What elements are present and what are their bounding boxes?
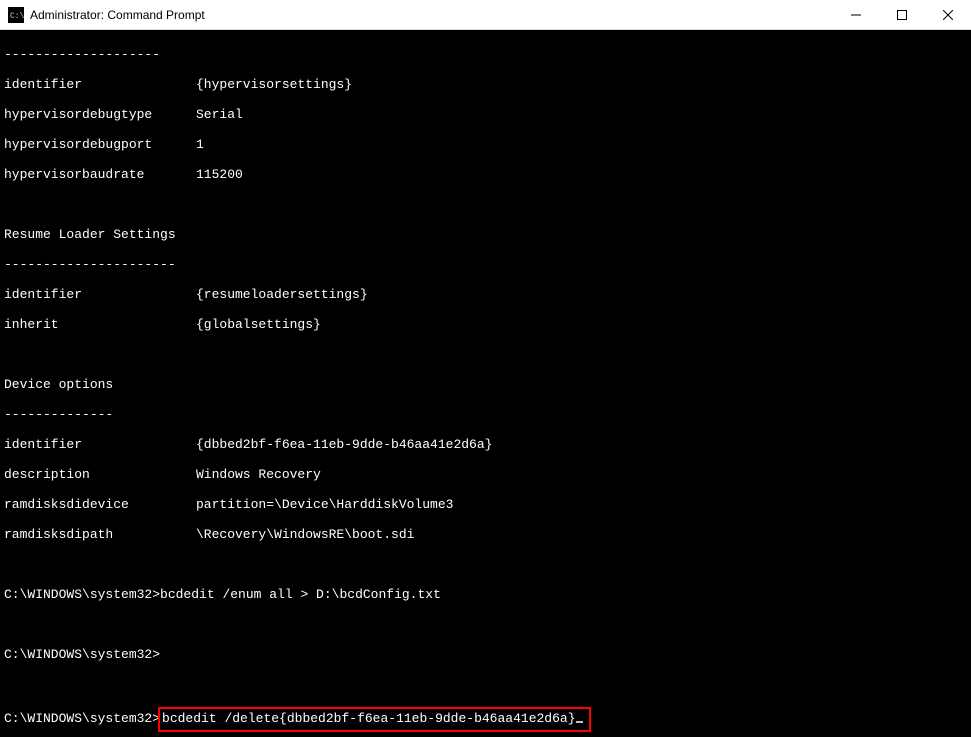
kv-key: ramdisksdipath bbox=[4, 527, 196, 542]
section-dashes: ---------------------- bbox=[4, 257, 971, 272]
kv-row: ramdisksdipath\Recovery\WindowsRE\boot.s… bbox=[4, 527, 971, 542]
kv-value: Serial bbox=[196, 107, 243, 122]
kv-row: hypervisordebugport1 bbox=[4, 137, 971, 152]
prompt-prefix: C:\WINDOWS\system32> bbox=[4, 711, 160, 726]
maximize-button[interactable] bbox=[879, 0, 925, 29]
command-text: bcdedit /enum all > D:\bcdConfig.txt bbox=[160, 587, 441, 602]
section-header: Resume Loader Settings bbox=[4, 227, 971, 242]
kv-key: hypervisorbaudrate bbox=[4, 167, 196, 182]
prompt-prefix: C:\WINDOWS\system32> bbox=[4, 647, 160, 662]
kv-row: identifier{dbbed2bf-f6ea-11eb-9dde-b46aa… bbox=[4, 437, 971, 452]
prompt-line: C:\WINDOWS\system32> bbox=[4, 647, 971, 662]
prompt-line-highlighted: C:\WINDOWS\system32>bcdedit /delete{dbbe… bbox=[4, 707, 971, 722]
kv-value: {hypervisorsettings} bbox=[196, 77, 352, 92]
kv-key: identifier bbox=[4, 77, 196, 92]
kv-row: identifier{hypervisorsettings} bbox=[4, 77, 971, 92]
kv-value: {globalsettings} bbox=[196, 317, 321, 332]
command-text: bcdedit /delete{dbbed2bf-f6ea-11eb-9dde-… bbox=[162, 711, 575, 726]
prompt-prefix: C:\WINDOWS\system32> bbox=[4, 587, 160, 602]
highlight-annotation: bcdedit /delete{dbbed2bf-f6ea-11eb-9dde-… bbox=[158, 707, 590, 732]
kv-key: identifier bbox=[4, 287, 196, 302]
svg-text:C:\: C:\ bbox=[10, 12, 24, 21]
kv-row: hypervisordebugtypeSerial bbox=[4, 107, 971, 122]
blank-line bbox=[4, 617, 971, 632]
kv-value: Windows Recovery bbox=[196, 467, 321, 482]
kv-value: {dbbed2bf-f6ea-11eb-9dde-b46aa41e2d6a} bbox=[196, 437, 492, 452]
section-header: Device options bbox=[4, 377, 971, 392]
blank-line bbox=[4, 677, 971, 692]
section-dashes: -------------------- bbox=[4, 47, 971, 62]
kv-key: identifier bbox=[4, 437, 196, 452]
window-title: Administrator: Command Prompt bbox=[30, 8, 833, 22]
titlebar[interactable]: C:\ Administrator: Command Prompt bbox=[0, 0, 971, 30]
terminal-output[interactable]: -------------------- identifier{hypervis… bbox=[0, 30, 971, 737]
kv-key: inherit bbox=[4, 317, 196, 332]
kv-row: descriptionWindows Recovery bbox=[4, 467, 971, 482]
blank-line bbox=[4, 347, 971, 362]
prompt-line: C:\WINDOWS\system32>bcdedit /enum all > … bbox=[4, 587, 971, 602]
kv-key: description bbox=[4, 467, 196, 482]
kv-value: 115200 bbox=[196, 167, 243, 182]
kv-key: hypervisordebugtype bbox=[4, 107, 196, 122]
minimize-button[interactable] bbox=[833, 0, 879, 29]
kv-row: identifier{resumeloadersettings} bbox=[4, 287, 971, 302]
section-dashes: -------------- bbox=[4, 407, 971, 422]
cmd-icon: C:\ bbox=[8, 7, 24, 23]
blank-line bbox=[4, 557, 971, 572]
kv-value: 1 bbox=[196, 137, 204, 152]
kv-row: hypervisorbaudrate115200 bbox=[4, 167, 971, 182]
close-button[interactable] bbox=[925, 0, 971, 29]
window-controls bbox=[833, 0, 971, 29]
cursor-icon bbox=[576, 721, 583, 723]
kv-row: inherit{globalsettings} bbox=[4, 317, 971, 332]
blank-line bbox=[4, 197, 971, 212]
kv-key: hypervisordebugport bbox=[4, 137, 196, 152]
kv-value: {resumeloadersettings} bbox=[196, 287, 368, 302]
kv-value: \Recovery\WindowsRE\boot.sdi bbox=[196, 527, 414, 542]
